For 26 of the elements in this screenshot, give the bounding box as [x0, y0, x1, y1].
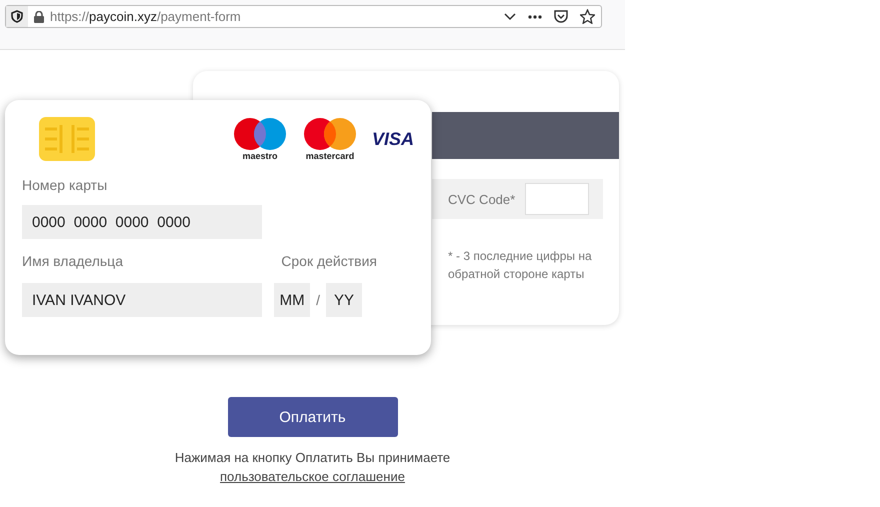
- visa-logo: VISA: [372, 129, 414, 150]
- agreement-link[interactable]: пользовательское соглашение: [220, 469, 405, 484]
- cardholder-label: Имя владельца: [22, 253, 123, 269]
- month-field[interactable]: MM: [274, 283, 310, 317]
- star-icon[interactable]: [580, 9, 595, 24]
- more-icon[interactable]: [528, 14, 542, 18]
- address-bar[interactable]: https://paycoin.xyz/payment-form: [5, 5, 602, 28]
- lock-icon: [34, 10, 44, 22]
- year-field[interactable]: YY: [326, 283, 362, 317]
- maestro-logo: maestro: [232, 117, 288, 161]
- card-number-field[interactable]: 0000 0000 0000 0000: [22, 205, 262, 239]
- url-text: https://paycoin.xyz/payment-form: [50, 9, 242, 24]
- card-number-label: Номер карты: [22, 177, 108, 193]
- cvc-label: CVC Code*: [448, 192, 516, 206]
- shield-icon[interactable]: [6, 6, 28, 27]
- mastercard-logo: mastercard: [302, 117, 358, 161]
- cvc-note: * - 3 последние цифры на обратной стороне карты: [448, 248, 593, 283]
- date-separator: /: [316, 292, 320, 308]
- pay-button[interactable]: Оплатить: [228, 397, 398, 437]
- cardholder-field[interactable]: IVAN IVANOV: [22, 283, 262, 317]
- chevron-down-icon[interactable]: [504, 12, 516, 20]
- expiry-label: Срок действия: [281, 253, 377, 269]
- cvc-field[interactable]: [525, 183, 590, 215]
- agreement-text: Нажимая на кнопку Оплатить Вы принимаете: [174, 450, 450, 465]
- chip-icon: [39, 117, 95, 161]
- pocket-icon[interactable]: [554, 10, 568, 23]
